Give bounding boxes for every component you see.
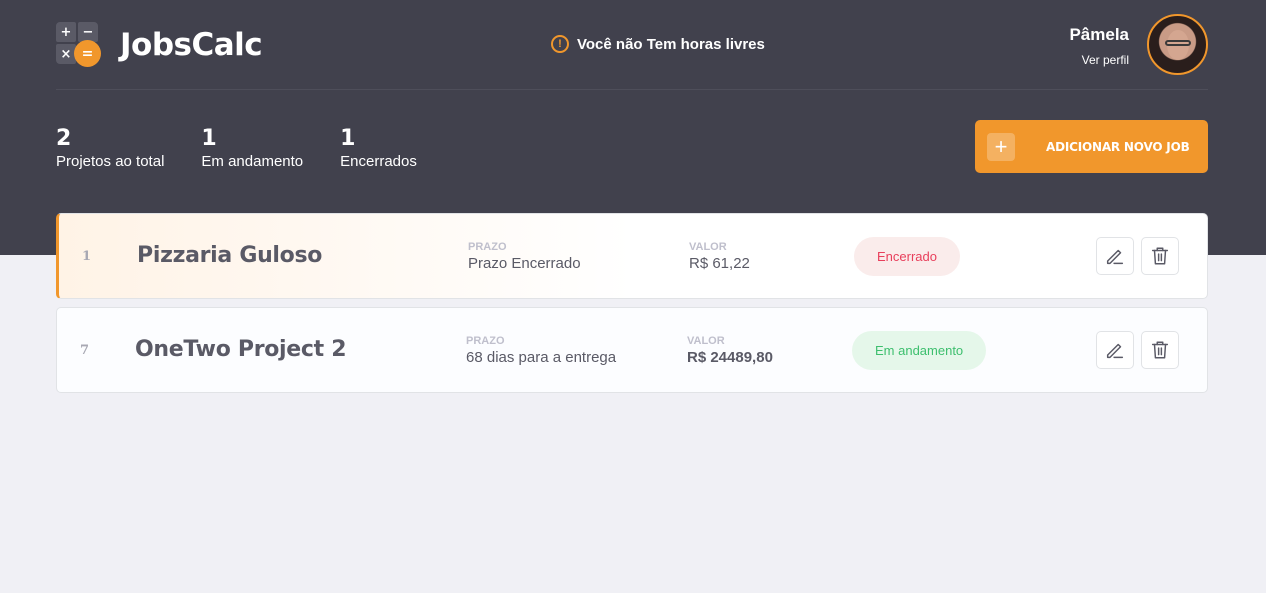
plus-icon: + — [987, 132, 1015, 161]
free-hours-alert: ! Você não Tem horas livres — [551, 35, 765, 53]
calculator-icon: + − × = — [56, 22, 101, 67]
job-value: VALOR R$ 61,22 — [689, 241, 750, 272]
trash-icon — [1151, 341, 1169, 359]
job-deadline: PRAZO 68 dias para a entrega — [466, 335, 616, 366]
profile-name: Pâmela — [1069, 24, 1129, 44]
top-bar: + − × = JobsCalc ! Você não Tem horas li… — [56, 0, 1208, 90]
profile[interactable]: Pâmela Ver perfil — [1069, 14, 1208, 75]
project-stats: 2 Projetos ao total 1 Em andamento 1 Enc… — [56, 126, 454, 170]
job-value: VALOR R$ 24489,80 — [687, 335, 773, 366]
value-amount: R$ 61,22 — [689, 255, 750, 272]
job-actions — [1089, 237, 1179, 275]
stat-total-label: Projetos ao total — [56, 153, 165, 170]
edit-button[interactable] — [1096, 237, 1134, 275]
job-name: OneTwo Project 2 — [135, 337, 347, 362]
delete-button[interactable] — [1141, 237, 1179, 275]
stat-in-progress-value: 1 — [201, 126, 217, 151]
job-id: 7 — [80, 343, 90, 358]
value-amount: R$ 24489,80 — [687, 349, 773, 366]
stat-closed: 1 Encerrados — [340, 126, 417, 170]
deadline-value: Prazo Encerrado — [468, 255, 581, 272]
logo-plus: + — [56, 22, 76, 42]
job-card[interactable]: 7 OneTwo Project 2 PRAZO 68 dias para a … — [56, 307, 1208, 393]
logo-times: × — [56, 44, 76, 64]
deadline-label: PRAZO — [466, 335, 505, 347]
avatar[interactable] — [1147, 14, 1208, 75]
stat-total: 2 Projetos ao total — [56, 126, 164, 170]
value-label: VALOR — [687, 335, 725, 347]
job-card[interactable]: 1 Pizzaria Guloso PRAZO Prazo Encerrado … — [56, 213, 1208, 299]
job-name: Pizzaria Guloso — [137, 243, 323, 268]
job-actions — [1089, 331, 1179, 369]
stat-in-progress-label: Em andamento — [201, 153, 304, 170]
job-list: 1 Pizzaria Guloso PRAZO Prazo Encerrado … — [56, 213, 1208, 401]
job-id: 1 — [82, 249, 92, 264]
profile-text: Pâmela Ver perfil — [1069, 23, 1129, 67]
stat-in-progress: 1 Em andamento — [201, 126, 303, 170]
status-badge: Em andamento — [852, 331, 987, 370]
logo-minus: − — [78, 22, 98, 42]
add-new-job-label: ADICIONAR NOVO JOB — [1046, 139, 1190, 154]
stat-closed-value: 1 — [340, 126, 356, 151]
alert-circle-icon: ! — [551, 35, 569, 53]
pencil-icon — [1106, 343, 1124, 359]
edit-button[interactable] — [1096, 331, 1134, 369]
deadline-value: 68 dias para a entrega — [466, 349, 617, 366]
deadline-label: PRAZO — [468, 241, 507, 253]
job-deadline: PRAZO Prazo Encerrado — [468, 241, 581, 272]
trash-icon — [1151, 247, 1169, 265]
pencil-icon — [1106, 249, 1124, 265]
add-new-job-button[interactable]: + ADICIONAR NOVO JOB — [975, 120, 1208, 173]
stat-total-value: 2 — [56, 126, 72, 151]
value-label: VALOR — [689, 241, 727, 253]
alert-text: Você não Tem horas livres — [577, 35, 765, 53]
avatar-glasses — [1165, 40, 1191, 46]
app-name: JobsCalc — [120, 26, 263, 63]
logo[interactable]: + − × = JobsCalc — [56, 22, 263, 67]
stat-closed-label: Encerrados — [340, 153, 417, 170]
delete-button[interactable] — [1141, 331, 1179, 369]
logo-equals: = — [74, 40, 101, 67]
status-badge: Encerrado — [854, 237, 960, 276]
view-profile-link[interactable]: Ver perfil — [1069, 53, 1129, 67]
